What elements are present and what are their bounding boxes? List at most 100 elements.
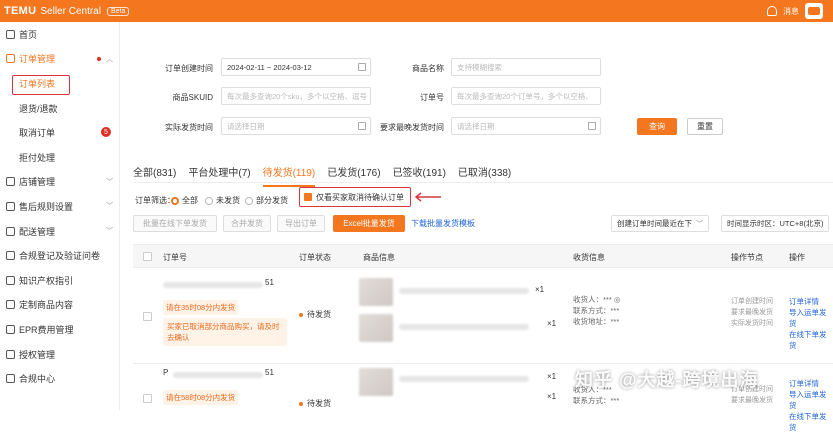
row-checkbox[interactable] (143, 312, 152, 321)
radio-partial[interactable]: 部分发货 (245, 195, 288, 206)
cancel-only-checkbox[interactable]: 仅看买家取消待确认订单 (299, 187, 411, 207)
product-name-label: 商品名称 (412, 64, 444, 73)
sidebar-item-authorization[interactable]: 授权管理 (0, 342, 119, 367)
buyer-cancel-warning[interactable]: 买家已取消部分商品购买，请及时去确认 (163, 318, 287, 346)
tab-received[interactable]: 已签收(191) (393, 164, 446, 182)
excel-batch-ship-button[interactable]: Excel批量发货 (333, 215, 405, 232)
rules-icon (6, 201, 15, 211)
row-actions: 订单详情 导入运单发货 在线下单发货 (789, 378, 833, 433)
reset-button[interactable]: 重置 (687, 118, 723, 135)
sidebar-item-order-management[interactable]: 订单管理 ︿ (0, 47, 119, 72)
batch-online-ship-button[interactable]: 批量在线下单发货 (133, 215, 217, 232)
ship-deadline-tag: 请在58时08分内发货 (163, 390, 239, 405)
watermark: 知乎 @大越-跨境出海 (575, 370, 759, 390)
truck-icon (6, 226, 15, 236)
import-waybill-link[interactable]: 导入运单发货 (789, 389, 833, 411)
product-image[interactable] (359, 314, 393, 342)
sort-select[interactable]: 创建订单时间最近在下 ﹀ (611, 215, 709, 232)
online-ship-link[interactable]: 在线下单发货 (789, 411, 833, 433)
shield-icon (6, 374, 15, 384)
product-title-blurred (399, 376, 529, 382)
tab-all[interactable]: 全部(831) (133, 164, 176, 182)
shop-icon (6, 177, 15, 187)
product-image[interactable] (359, 278, 393, 306)
status-dot (299, 401, 303, 406)
timezone-select[interactable]: 时间显示时区：UTC+8(北京) (721, 215, 829, 232)
chevron-down-icon: ﹀ (696, 220, 703, 228)
import-waybill-link[interactable]: 导入运单发货 (789, 307, 833, 329)
ship-deadline-tag: 请在35时08分内发货 (163, 300, 239, 315)
chevron-down-icon: ﹀ (106, 178, 113, 186)
order-number-prefix[interactable]: P (163, 368, 168, 377)
product-quantity: ×1 (547, 392, 557, 401)
order-detail-link[interactable]: 订单详情 (789, 296, 833, 307)
order-status: 待发货 (299, 309, 331, 320)
sidebar-item-after-sales-rules[interactable]: 售后规则设置 ﹀ (0, 194, 119, 219)
required-ship-input[interactable]: 请选择日期 (451, 117, 601, 135)
ship-time-input[interactable]: 请选择日期 (221, 117, 371, 135)
sidebar-item-chargeback[interactable]: 拒付处理 (0, 145, 119, 170)
order-number[interactable]: 51 (265, 278, 274, 287)
product-name-input[interactable]: 支持模糊搜索 (451, 58, 601, 76)
top-bar: TEMU Seller Central Beta 消息 (0, 0, 833, 22)
beta-badge: Beta (106, 6, 130, 16)
receiver-info: 收货人：*** ◎ 联系方式：*** 收货地址：*** (573, 295, 621, 326)
compliance-icon (6, 251, 15, 261)
skuid-input[interactable]: 每次最多查询20个sku，多个以空格、逗号 (221, 87, 371, 105)
select-all-checkbox[interactable] (143, 252, 152, 261)
product-quantity: ×1 (547, 319, 557, 328)
order-filter-label: 订单筛选： (135, 196, 175, 205)
order-detail-link[interactable]: 订单详情 (789, 378, 833, 389)
sidebar-item-order-list[interactable]: 订单列表 (0, 71, 119, 96)
bell-icon[interactable] (767, 6, 777, 16)
sidebar-item-custom-content[interactable]: 定制商品内容 (0, 293, 119, 318)
merge-ship-button[interactable]: 合并发货 (223, 215, 271, 232)
sidebar-item-epr-fees[interactable]: EPR费用管理 (0, 317, 119, 342)
sidebar-item-compliance-center[interactable]: 合规中心 (0, 366, 119, 391)
product-title-blurred (399, 324, 529, 330)
query-button[interactable]: 查询 (637, 118, 677, 135)
product-quantity: ×1 (535, 285, 545, 294)
tab-cancelled[interactable]: 已取消(338) (458, 164, 511, 182)
order-number-blurred (163, 282, 263, 288)
sidebar-item-compliance-registration[interactable]: 合规登记及验证问卷 (0, 243, 119, 268)
header-op-nodes: 操作节点 (731, 253, 763, 262)
product-image[interactable] (359, 368, 393, 396)
table-row[interactable]: 51 请在35时08分内发货 买家已取消部分商品购买，请及时去确认 待发货 ×1… (133, 268, 833, 364)
created-time-label: 订单创建时间 (165, 64, 213, 73)
avatar[interactable] (805, 3, 823, 19)
order-number[interactable]: 51 (265, 368, 274, 377)
sidebar-item-cancel-orders[interactable]: 取消订单 5 (0, 120, 119, 145)
radio-unshipped[interactable]: 未发货 (205, 195, 240, 206)
created-time-range[interactable]: 2024-02-11 ~ 2024-03-12 (221, 58, 371, 76)
sidebar-item-shop-management[interactable]: 店铺管理 ﹀ (0, 170, 119, 195)
home-icon (6, 29, 15, 39)
product-name: Seller Central (40, 5, 101, 17)
table-header: 订单号 订单状态 商品信息 收货信息 操作节点 操作 (133, 244, 833, 268)
notice-label[interactable]: 消息 (783, 6, 799, 17)
download-template-link[interactable]: 下载批量发货模板 (411, 218, 475, 229)
order-number-input[interactable]: 每次最多查询20个订单号，多个以空格、 (451, 87, 601, 105)
ship-time-label: 实际发货时间 (165, 123, 213, 132)
sidebar-item-delivery[interactable]: 配送管理 ﹀ (0, 219, 119, 244)
row-actions: 订单详情 导入运单发货 在线下单发货 (789, 296, 833, 351)
export-orders-button[interactable]: 导出订单 (277, 215, 325, 232)
tab-shipped[interactable]: 已发货(176) (327, 164, 380, 182)
tab-to-ship[interactable]: 待发货(119) (262, 164, 315, 187)
order-icon (6, 54, 15, 64)
key-icon (6, 349, 15, 359)
tab-divider (133, 182, 833, 183)
sidebar-item-ip-guide[interactable]: 知识产权指引 (0, 268, 119, 293)
online-ship-link[interactable]: 在线下单发货 (789, 329, 833, 351)
header-product-info: 商品信息 (363, 253, 395, 262)
radio-all[interactable]: 全部 (171, 195, 198, 206)
temu-logo[interactable]: TEMU (4, 5, 36, 17)
eye-icon[interactable]: ◎ (614, 295, 621, 304)
radio-dot (171, 196, 179, 205)
chevron-up-icon: ︿ (106, 55, 113, 63)
sidebar-item-returns[interactable]: 退货/退款 (0, 96, 119, 121)
sidebar-item-home[interactable]: 首页 (0, 22, 119, 47)
row-checkbox[interactable] (143, 394, 152, 403)
tab-processing[interactable]: 平台处理中(7) (188, 164, 250, 182)
header-order-number: 订单号 (163, 253, 187, 262)
